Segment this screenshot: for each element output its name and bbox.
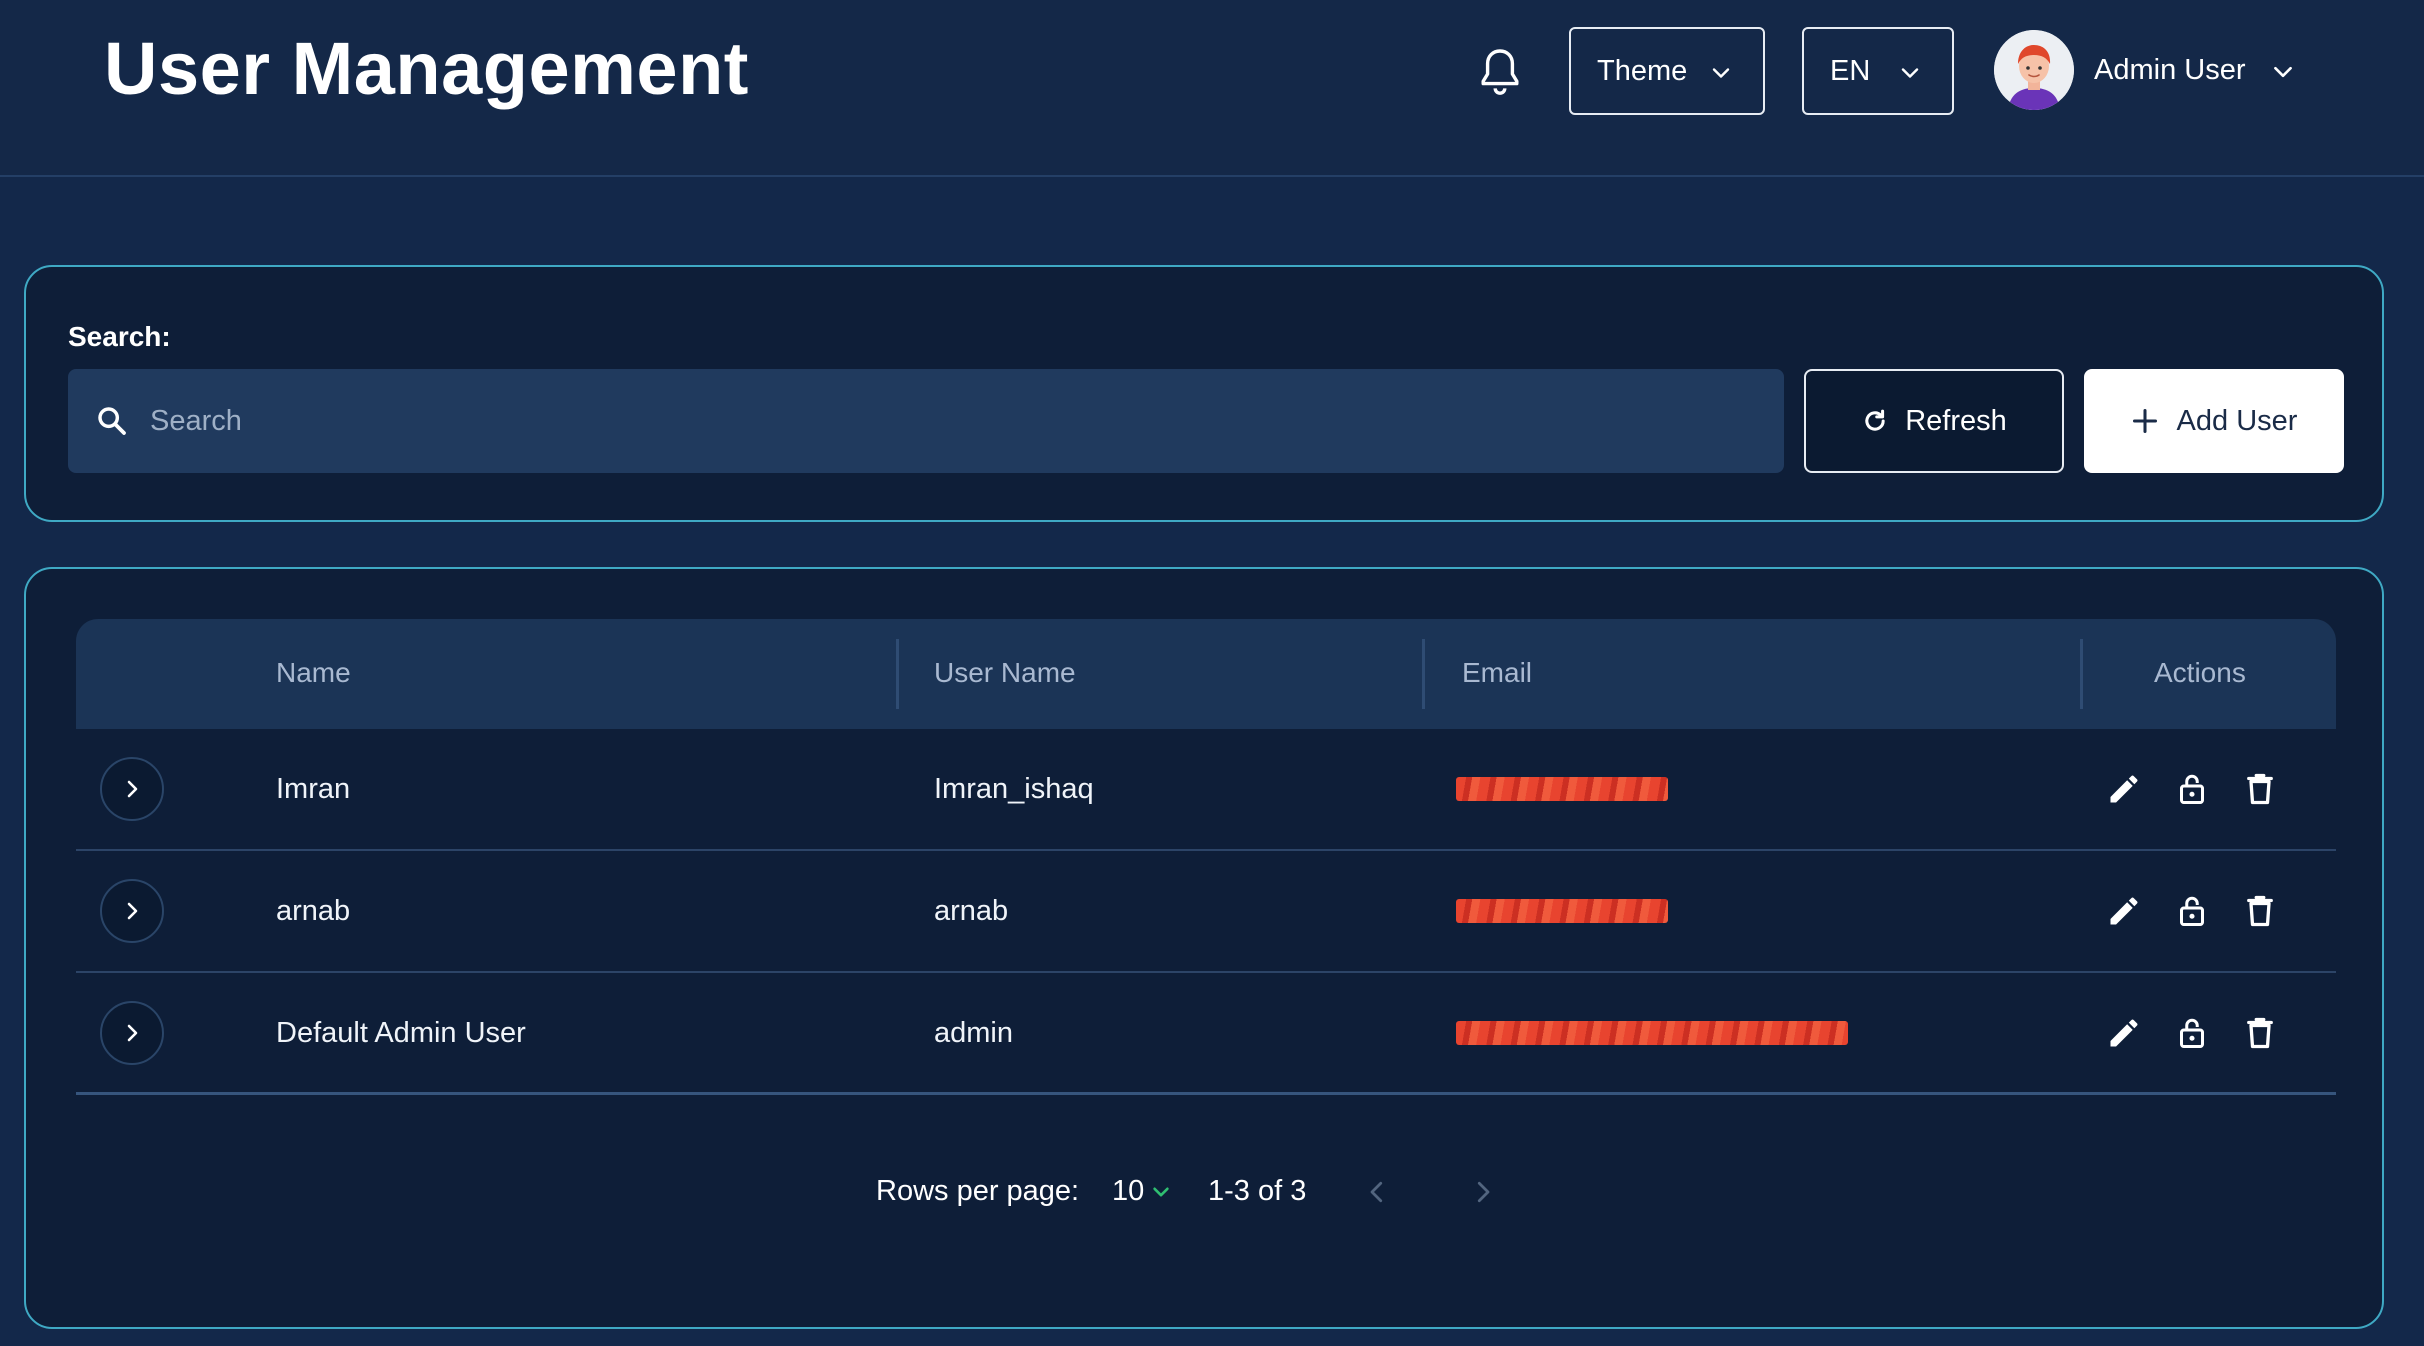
expand-row-button[interactable] bbox=[100, 879, 164, 943]
cell-username: Imran_ishaq bbox=[934, 773, 1094, 805]
cell-name: Imran bbox=[276, 773, 351, 805]
avatar[interactable] bbox=[1994, 30, 2074, 110]
add-user-button[interactable]: Add User bbox=[2084, 369, 2344, 473]
app-header: User Management Theme EN Admin User bbox=[0, 0, 2424, 177]
chevron-right-icon bbox=[127, 902, 138, 920]
pencil-icon[interactable] bbox=[2106, 893, 2142, 929]
chevron-down-icon bbox=[1712, 68, 1730, 78]
column-header-username[interactable]: User Name bbox=[934, 657, 1076, 689]
table-row: arnab arnab bbox=[76, 851, 2336, 973]
search-icon bbox=[98, 407, 126, 435]
cell-username: arnab bbox=[934, 895, 1009, 927]
refresh-button[interactable]: Refresh bbox=[1804, 369, 2064, 473]
cell-name: arnab bbox=[276, 895, 351, 927]
expand-row-button[interactable] bbox=[100, 757, 164, 821]
table-row: Default Admin User admin bbox=[76, 973, 2336, 1095]
cell-username: admin bbox=[934, 1017, 1013, 1049]
search-input[interactable] bbox=[150, 369, 1750, 473]
bell-icon[interactable] bbox=[1476, 46, 1524, 98]
add-user-button-label: Add User bbox=[2176, 404, 2298, 437]
plus-icon bbox=[2132, 408, 2157, 434]
language-dropdown-label: EN bbox=[1830, 54, 1871, 87]
chevron-down-icon[interactable] bbox=[1150, 1181, 1172, 1203]
cell-email-redacted bbox=[1456, 777, 1668, 801]
chevron-right-icon[interactable] bbox=[1468, 1175, 1498, 1209]
refresh-icon bbox=[1865, 409, 1885, 431]
search-panel: Search: Refresh Add User bbox=[24, 265, 2384, 522]
column-header-name[interactable]: Name bbox=[276, 657, 351, 689]
table-header: Name User Name Email Actions bbox=[76, 619, 2336, 729]
chevron-left-icon[interactable] bbox=[1362, 1175, 1392, 1209]
cell-name: Default Admin User bbox=[276, 1017, 526, 1049]
rows-per-page-select[interactable]: 10 bbox=[1112, 1175, 1144, 1208]
theme-dropdown[interactable]: Theme bbox=[1569, 27, 1765, 115]
language-dropdown[interactable]: EN bbox=[1802, 27, 1954, 115]
search-box[interactable] bbox=[68, 369, 1784, 473]
column-separator[interactable] bbox=[1422, 639, 1425, 709]
column-header-actions: Actions bbox=[2154, 657, 2246, 688]
chevron-right-icon bbox=[127, 780, 138, 798]
pencil-icon[interactable] bbox=[2106, 771, 2142, 807]
trash-icon[interactable] bbox=[2242, 1015, 2278, 1051]
pagination-range: 1-3 of 3 bbox=[1208, 1175, 1307, 1207]
chevron-down-icon[interactable] bbox=[2270, 59, 2296, 85]
expand-row-button[interactable] bbox=[100, 1001, 164, 1065]
theme-dropdown-label: Theme bbox=[1597, 54, 1688, 87]
rows-per-page-label: Rows per page: bbox=[876, 1175, 1080, 1207]
refresh-button-label: Refresh bbox=[1905, 404, 2007, 437]
lock-icon[interactable] bbox=[2174, 771, 2210, 807]
table-row: Imran Imran_ishaq bbox=[76, 729, 2336, 851]
column-header-email[interactable]: Email bbox=[1462, 657, 1532, 689]
chevron-down-icon bbox=[1901, 68, 1919, 78]
lock-icon[interactable] bbox=[2174, 893, 2210, 929]
trash-icon[interactable] bbox=[2242, 893, 2278, 929]
users-table-panel: Name User Name Email Actions Imran Imran… bbox=[24, 567, 2384, 1329]
pencil-icon[interactable] bbox=[2106, 1015, 2142, 1051]
cell-email-redacted bbox=[1456, 899, 1668, 923]
trash-icon[interactable] bbox=[2242, 771, 2278, 807]
avatar-illustration bbox=[1994, 30, 2074, 110]
column-separator[interactable] bbox=[896, 639, 899, 709]
user-menu-name[interactable]: Admin User bbox=[2094, 54, 2246, 87]
search-label: Search: bbox=[68, 321, 171, 352]
chevron-right-icon bbox=[127, 1024, 138, 1042]
page-title: User Management bbox=[104, 27, 749, 110]
lock-icon[interactable] bbox=[2174, 1015, 2210, 1051]
cell-email-redacted bbox=[1456, 1021, 1848, 1045]
column-separator[interactable] bbox=[2080, 639, 2083, 709]
